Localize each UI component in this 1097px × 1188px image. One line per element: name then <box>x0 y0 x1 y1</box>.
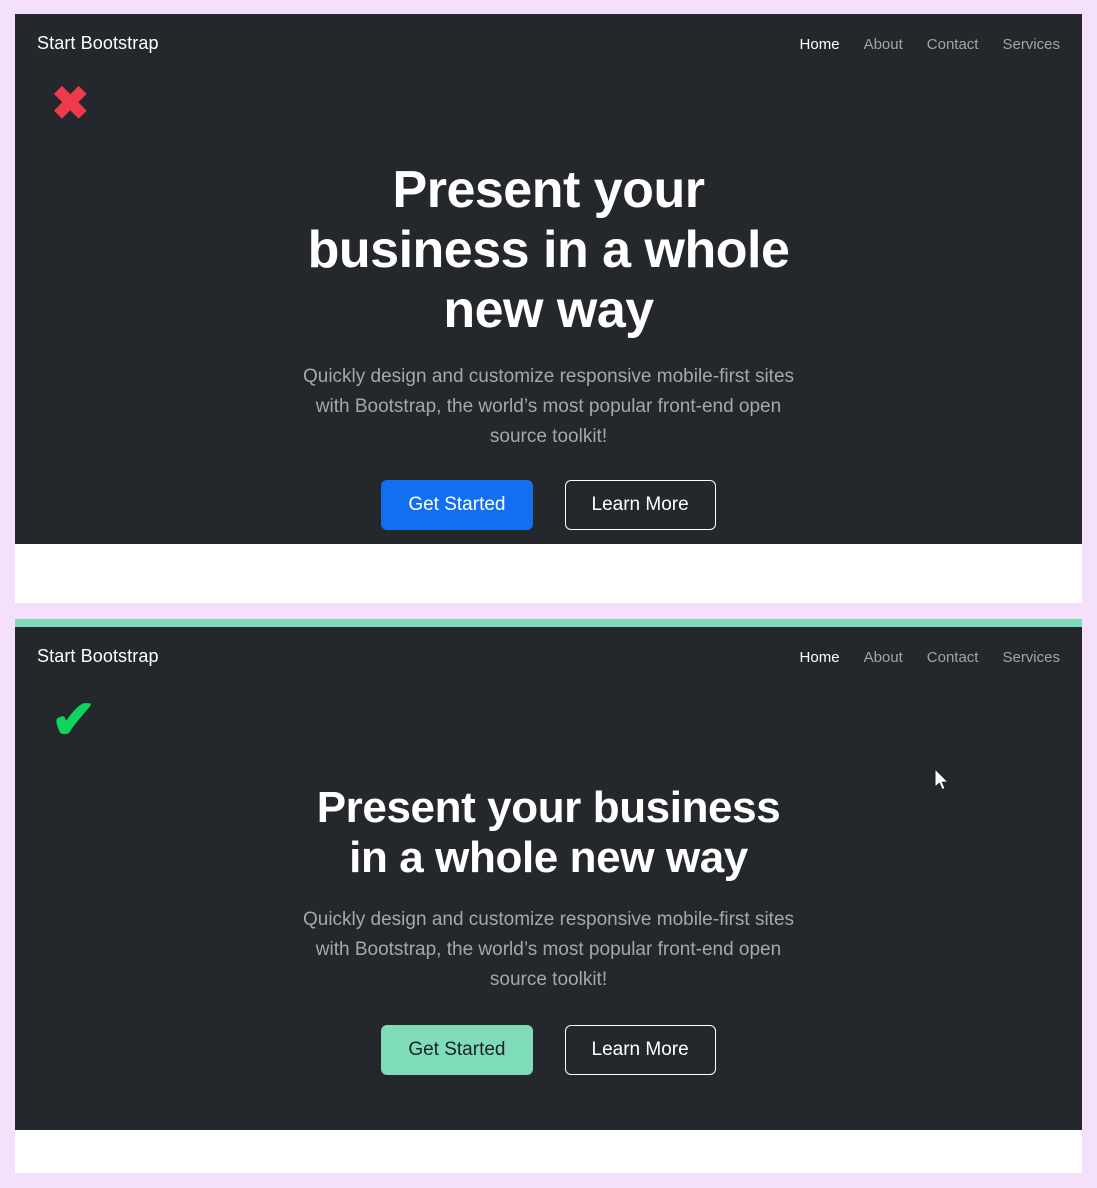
nav-link-contact[interactable]: Contact <box>927 648 979 668</box>
check-mark-icon: ✔ <box>51 690 97 750</box>
preview-panel-before: Start Bootstrap Home About Contact Servi… <box>15 14 1082 603</box>
brand-logo[interactable]: Start Bootstrap <box>37 643 159 669</box>
nav-links-before: Home About Contact Services <box>800 30 1060 55</box>
hero-subtitle: Quickly design and customize responsive … <box>302 366 795 447</box>
preview-panel-after: Start Bootstrap Home About Contact Servi… <box>15 619 1082 1173</box>
navbar-before: Start Bootstrap Home About Contact Servi… <box>15 14 1082 56</box>
page-root: Start Bootstrap Home About Contact Servi… <box>0 0 1097 1188</box>
hero-subtitle: Quickly design and customize responsive … <box>302 909 795 990</box>
hero-title: Present your business in a whole new way <box>307 161 790 339</box>
hero-section-before: Start Bootstrap Home About Contact Servi… <box>15 14 1082 544</box>
nav-link-services[interactable]: Services <box>1002 35 1060 55</box>
hero-section-after: Start Bootstrap Home About Contact Servi… <box>15 627 1082 1130</box>
cross-mark-icon: ✖ <box>51 77 90 129</box>
nav-link-contact[interactable]: Contact <box>927 35 979 55</box>
nav-link-services[interactable]: Services <box>1002 648 1060 668</box>
nav-link-about[interactable]: About <box>864 35 903 55</box>
nav-link-about[interactable]: About <box>864 648 903 668</box>
get-started-button[interactable]: Get Started <box>381 480 533 530</box>
learn-more-button[interactable]: Learn More <box>564 1025 716 1075</box>
nav-link-home[interactable]: Home <box>800 648 840 668</box>
accent-bar <box>15 619 1082 627</box>
hero-body-after: Present your business in a whole new way… <box>15 669 1082 1075</box>
hero-actions-before: Get Started Learn More <box>15 480 1082 530</box>
navbar-after: Start Bootstrap Home About Contact Servi… <box>15 627 1082 669</box>
nav-link-home[interactable]: Home <box>800 35 840 55</box>
hero-title: Present your business in a whole new way <box>316 783 781 882</box>
get-started-button[interactable]: Get Started <box>381 1025 533 1075</box>
hero-body-before: Present your business in a whole new way… <box>15 56 1082 530</box>
hero-actions-after: Get Started Learn More <box>15 1025 1082 1075</box>
brand-logo[interactable]: Start Bootstrap <box>37 30 159 56</box>
nav-links-after: Home About Contact Services <box>800 643 1060 668</box>
learn-more-button[interactable]: Learn More <box>564 480 716 530</box>
